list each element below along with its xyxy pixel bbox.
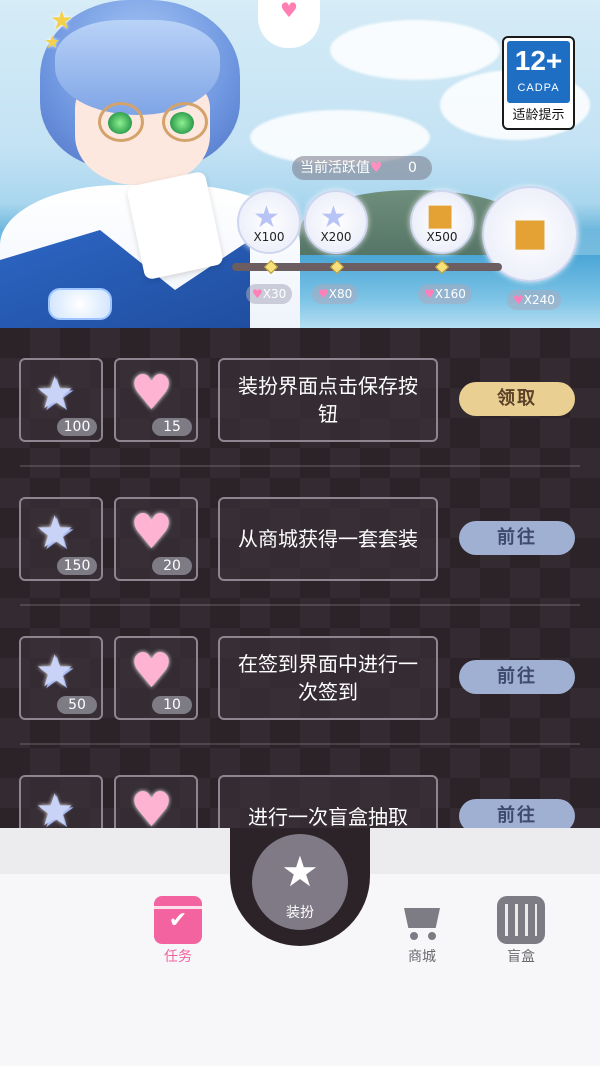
heart-icon: ♥ bbox=[130, 782, 174, 828]
nav-tasks-label: 任务 bbox=[164, 949, 192, 965]
reward-count: X200 bbox=[320, 230, 352, 244]
heart-icon: ♥ bbox=[280, 0, 298, 22]
task-description: 在签到界面中进行一次签到 bbox=[218, 636, 438, 720]
task-row: ★ 100 ♥ 15 装扮界面点击保存按钮 领取 bbox=[0, 328, 600, 467]
age-rating-tip: 适龄提示 bbox=[512, 108, 565, 123]
task-row: ★ 50 ♥ 10 在签到界面中进行一次签到 前往 bbox=[0, 606, 600, 745]
character-ribbon bbox=[48, 288, 112, 320]
heart-icon: ♥ bbox=[130, 365, 174, 421]
activity-reward-2[interactable]: ★ X200 bbox=[304, 190, 368, 254]
nav-blindbox[interactable]: 盲盒 bbox=[485, 896, 557, 966]
gem-reward-box: ★ 50 bbox=[19, 636, 103, 720]
reward-count: X500 bbox=[426, 230, 458, 244]
dress-up-button[interactable]: ★ 装扮 bbox=[248, 830, 352, 934]
gem-icon: ★ bbox=[35, 368, 75, 419]
goto-button[interactable]: 前往 bbox=[459, 521, 575, 555]
heart-reward-box: ♥ bbox=[114, 775, 198, 828]
heart-reward-box: ♥ 20 bbox=[114, 497, 198, 581]
star-icon: ★ bbox=[44, 32, 61, 53]
reward-count: X100 bbox=[253, 230, 285, 244]
nav-shop-label: 商城 bbox=[408, 949, 436, 965]
activity-value: 0 bbox=[408, 160, 417, 176]
star-icon: ★ bbox=[281, 847, 319, 896]
milestone-badge: ♥X240 bbox=[507, 290, 561, 310]
gem-reward-box: ★ 100 bbox=[19, 358, 103, 442]
task-list[interactable]: ★ 100 ♥ 15 装扮界面点击保存按钮 领取 ★ 150 ♥ 20 从商城获… bbox=[0, 328, 600, 828]
heart-icon: ♥ bbox=[130, 504, 174, 560]
activity-label-text: 当前活跃值 bbox=[300, 160, 370, 176]
heart-reward-box: ♥ 15 bbox=[114, 358, 198, 442]
claim-button[interactable]: 领取 bbox=[459, 382, 575, 416]
glasses-lens bbox=[98, 102, 144, 142]
milestone-badge: ♥X160 bbox=[418, 284, 472, 304]
heart-reward-box: ♥ 10 bbox=[114, 636, 198, 720]
nav-blindbox-label: 盲盒 bbox=[507, 949, 535, 965]
task-description: 从商城获得一套套装 bbox=[218, 497, 438, 581]
activity-reward-3[interactable]: ■ X500 bbox=[410, 190, 474, 254]
heart-icon: ♥ bbox=[318, 287, 329, 301]
gem-icon: ★ bbox=[35, 507, 75, 558]
milestone-value: X80 bbox=[328, 287, 353, 301]
cloud-decoration bbox=[330, 20, 500, 80]
goto-button[interactable]: 前往 bbox=[459, 660, 575, 694]
task-row: ★ ♥ 进行一次盲盒抽取 前往 bbox=[0, 745, 600, 828]
gem-amount: 150 bbox=[57, 557, 97, 575]
gem-amount: 100 bbox=[57, 418, 97, 436]
glasses-lens bbox=[162, 102, 208, 142]
milestone-badge: ♥X30 bbox=[246, 284, 293, 304]
milestone-value: X240 bbox=[523, 293, 555, 307]
milestone-value: X160 bbox=[434, 287, 466, 301]
heart-icon: ♥ bbox=[252, 287, 263, 301]
milestone-badge: ♥X80 bbox=[312, 284, 359, 304]
cart-icon bbox=[398, 896, 446, 944]
dress-up-label: 装扮 bbox=[286, 905, 314, 921]
nav-tasks[interactable]: 任务 bbox=[142, 896, 214, 966]
character-bangs bbox=[55, 20, 220, 115]
age-rating-badge: 12+ CADPA 适龄提示 bbox=[502, 36, 575, 130]
gem-reward-box: ★ 150 bbox=[19, 497, 103, 581]
activity-reward-1[interactable]: ★ X100 bbox=[237, 190, 301, 254]
blind-box-icon bbox=[497, 896, 545, 944]
task-description: 进行一次盲盒抽取 bbox=[218, 775, 438, 828]
heart-icon: ♥ bbox=[424, 287, 435, 301]
task-description: 装扮界面点击保存按钮 bbox=[218, 358, 438, 442]
gift-icon: ■ bbox=[512, 210, 548, 254]
milestone-value: X30 bbox=[262, 287, 287, 301]
heart-icon: ♥ bbox=[513, 293, 524, 307]
task-row: ★ 150 ♥ 20 从商城获得一套套装 前往 bbox=[0, 467, 600, 606]
gem-amount: 50 bbox=[57, 696, 97, 714]
nav-shop[interactable]: 商城 bbox=[386, 896, 458, 966]
calendar-check-icon bbox=[154, 896, 202, 944]
heart-amount: 10 bbox=[152, 696, 192, 714]
goto-button[interactable]: 前往 bbox=[459, 799, 575, 828]
gift-icon: ■ bbox=[426, 198, 455, 233]
age-rating-org: CADPA bbox=[517, 82, 560, 94]
heart-icon: ♥ bbox=[130, 643, 174, 699]
heart-amount: 15 bbox=[152, 418, 192, 436]
gem-icon: ★ bbox=[35, 646, 75, 697]
gem-icon: ★ bbox=[35, 785, 75, 829]
gem-reward-box: ★ bbox=[19, 775, 103, 828]
heart-amount: 20 bbox=[152, 557, 192, 575]
age-rating-number: 12+ bbox=[514, 45, 563, 76]
heart-icon: ♥ bbox=[370, 160, 383, 176]
